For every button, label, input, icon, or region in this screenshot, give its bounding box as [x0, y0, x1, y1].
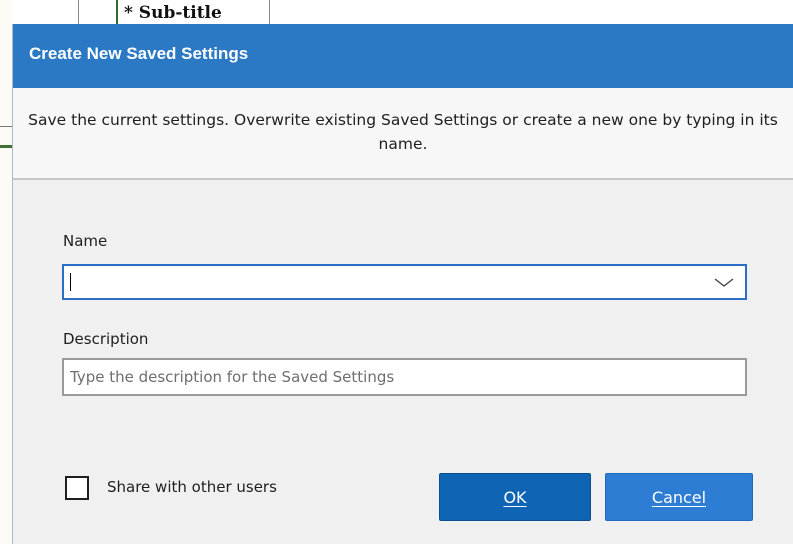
background-subtitle-text: * Sub-title	[124, 3, 222, 23]
share-label[interactable]: Share with other users	[107, 478, 277, 496]
instructions-panel: Save the current settings. Overwrite exi…	[13, 88, 793, 180]
description-input[interactable]	[62, 358, 747, 396]
dialog-title: Create New Saved Settings	[29, 44, 249, 63]
share-checkbox[interactable]	[65, 476, 89, 500]
background-subtitle-marker	[116, 0, 118, 24]
dialog-title-bar[interactable]: Create New Saved Settings	[13, 24, 793, 88]
cancel-button[interactable]: Cancel	[605, 473, 753, 521]
saved-settings-dialog: Create New Saved Settings Save the curre…	[12, 24, 793, 544]
screen: * Sub-title Create New Saved Settings Sa…	[0, 0, 793, 544]
background-window	[0, 0, 12, 544]
ok-button[interactable]: OK	[439, 473, 591, 521]
name-label: Name	[63, 232, 108, 250]
name-combobox[interactable]	[62, 264, 747, 300]
cancel-button-label: Cancel	[651, 488, 707, 507]
ok-button-label: OK	[503, 488, 527, 507]
instructions-text: Save the current settings. Overwrite exi…	[28, 111, 778, 153]
text-cursor	[70, 273, 71, 291]
chevron-down-icon[interactable]	[713, 272, 735, 292]
description-label: Description	[63, 330, 149, 348]
